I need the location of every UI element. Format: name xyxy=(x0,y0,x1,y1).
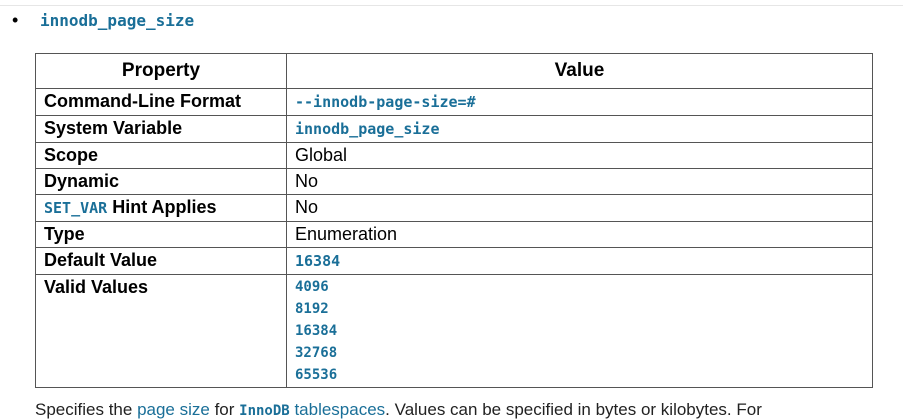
table-row: Type Enumeration xyxy=(35,221,873,248)
table-row: Scope Global xyxy=(35,142,873,169)
row-label-command-line-format: Command-Line Format xyxy=(35,88,287,116)
description-paragraph: Specifies the page size for InnoDB table… xyxy=(35,400,762,420)
properties-table: Property Value Command-Line Format --inn… xyxy=(35,53,873,388)
dynamic-value: No xyxy=(286,168,873,195)
row-label-set-var-hint: SET_VAR Hint Applies xyxy=(35,194,287,222)
tablespaces-text: tablespaces xyxy=(289,400,386,419)
header-property: Property xyxy=(35,53,287,89)
table-header-row: Property Value xyxy=(35,53,873,89)
desc-text: Specifies the xyxy=(35,400,138,419)
header-value: Value xyxy=(286,53,873,89)
set-var-hint-value: No xyxy=(286,194,873,222)
valid-value-item: 32768 xyxy=(295,345,338,361)
row-label-valid-values: Valid Values xyxy=(35,274,287,388)
valid-value-item: 16384 xyxy=(295,323,338,339)
row-label-scope: Scope xyxy=(35,142,287,169)
valid-value-item: 65536 xyxy=(295,367,338,383)
innodb-code: InnoDB xyxy=(239,403,290,419)
default-value: 16384 xyxy=(295,252,341,270)
valid-values-list: 4096 8192 16384 32768 65536 xyxy=(295,275,864,387)
table-row: System Variable innodb_page_size xyxy=(35,115,873,143)
table-row: Valid Values 4096 8192 16384 32768 65536 xyxy=(35,274,873,388)
variable-name-link[interactable]: innodb_page_size xyxy=(40,11,194,30)
row-label-default-value: Default Value xyxy=(35,247,287,275)
row-label-type: Type xyxy=(35,221,287,248)
valid-value-item: 4096 xyxy=(295,279,329,295)
set-var-link[interactable]: SET_VAR xyxy=(44,199,107,217)
table-row: Dynamic No xyxy=(35,168,873,195)
bullet-icon: • xyxy=(12,10,19,30)
innodb-tablespaces-link[interactable]: InnoDB tablespaces xyxy=(239,400,385,419)
valid-value-item: 8192 xyxy=(295,301,329,317)
variable-heading: • innodb_page_size xyxy=(12,10,194,30)
top-divider xyxy=(0,5,903,6)
table-row: Command-Line Format --innodb-page-size=# xyxy=(35,88,873,116)
page-size-link[interactable]: page size xyxy=(137,400,210,419)
table-row: Default Value 16384 xyxy=(35,247,873,275)
row-label-system-variable: System Variable xyxy=(35,115,287,143)
type-value: Enumeration xyxy=(286,221,873,248)
row-label-dynamic: Dynamic xyxy=(35,168,287,195)
command-line-format-value: --innodb-page-size=# xyxy=(295,93,476,111)
desc-text: . Values can be specified in bytes or ki… xyxy=(385,400,762,419)
set-var-label-rest: Hint Applies xyxy=(107,197,217,217)
desc-text: for xyxy=(209,400,240,419)
table-row: SET_VAR Hint Applies No xyxy=(35,194,873,222)
scope-value: Global xyxy=(286,142,873,169)
system-variable-link[interactable]: innodb_page_size xyxy=(295,120,440,138)
